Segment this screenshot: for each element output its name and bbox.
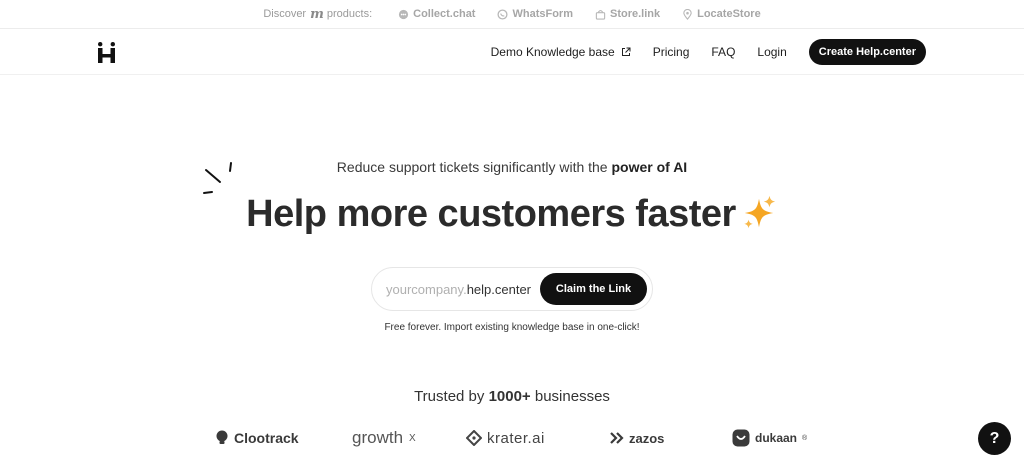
product-label: WhatsForm — [512, 8, 573, 20]
whatsapp-icon — [497, 8, 509, 20]
logo-superscript: ® — [802, 434, 808, 442]
nav-pricing[interactable]: Pricing — [653, 45, 690, 59]
nav-demo-knowledge-base[interactable]: Demo Knowledge base — [491, 45, 631, 59]
create-help-center-button[interactable]: Create Help.center — [808, 38, 926, 65]
chat-bubble-icon — [399, 9, 409, 19]
shop-bag-icon — [595, 9, 606, 20]
claim-link-button[interactable]: Claim the Link — [540, 273, 647, 305]
customer-logos: Clootrack growth X krater.ai zazos dukaan… — [0, 426, 1024, 450]
h-letter-logo[interactable] — [97, 42, 117, 64]
discover-label: Discover m products: — [263, 7, 372, 22]
growthx-logo: growth X — [352, 426, 416, 450]
diamond-dots-icon — [466, 430, 482, 446]
nav-link-label: FAQ — [711, 44, 736, 59]
discover-suffix: products: — [326, 8, 373, 20]
claim-domain-form: yourcompany.help.center Claim the Link — [371, 267, 653, 311]
logo-superscript: X — [409, 432, 416, 444]
tagline-bold: power of AI — [611, 159, 688, 175]
nav-login[interactable]: Login — [757, 45, 786, 59]
logo-text: zazos — [629, 430, 665, 446]
trusted-count: 1000+ — [488, 388, 531, 405]
nav-link-label: Demo Knowledge base — [490, 44, 615, 59]
trusted-by-heading: Trusted by 1000+ businesses — [0, 388, 1024, 405]
m-brand-logo: m — [310, 6, 324, 22]
sparkle-stars-icon — [744, 195, 775, 229]
domain-prefix: yourcompany. — [386, 281, 467, 297]
tagline-text: Reduce support tickets significantly wit… — [336, 159, 608, 175]
logo-text: growth — [352, 428, 404, 447]
product-link-whatsform[interactable]: WhatsForm — [497, 8, 573, 20]
double-chevron-icon — [610, 432, 624, 444]
krater-ai-logo: krater.ai — [466, 426, 545, 450]
trusted-suffix: businesses — [534, 388, 610, 405]
free-forever-note: Free forever. Import existing knowledge … — [384, 322, 640, 333]
domain-input[interactable]: yourcompany.help.center — [386, 282, 540, 297]
zazos-logo: zazos — [610, 426, 664, 450]
hero-tagline: Reduce support tickets significantly wit… — [0, 159, 1024, 175]
main-navigation: Demo Knowledge base Pricing FAQ Login Cr… — [0, 29, 1024, 75]
product-label: Store.link — [609, 8, 661, 20]
nav-faq[interactable]: FAQ — [711, 45, 735, 59]
logo-text: dukaan — [755, 431, 798, 445]
domain-suffix: help.center — [466, 281, 532, 297]
hero-headline: Help more customers faster — [0, 193, 1024, 236]
trusted-prefix: Trusted by — [414, 388, 485, 405]
help-chat-button[interactable]: ? — [978, 422, 1011, 455]
product-discovery-bar: Discover m products: Collect.chat WhatsF… — [0, 0, 1024, 29]
nav-link-label: Pricing — [652, 44, 690, 59]
lightbulb-icon — [216, 430, 228, 444]
discover-prefix: Discover — [263, 8, 307, 20]
product-link-collect-chat[interactable]: Collect.chat — [398, 8, 475, 20]
clootrack-logo: Clootrack — [215, 426, 299, 450]
logo-text: krater.ai — [487, 429, 545, 447]
location-pin-icon — [683, 8, 692, 20]
headline-text: Help more customers faster — [246, 193, 736, 235]
logo-text: Clootrack — [234, 430, 299, 446]
dukaan-logo: dukaan ® — [732, 426, 807, 450]
product-label: Collect.chat — [413, 8, 476, 20]
nav-link-label: Login — [757, 44, 787, 59]
external-link-icon — [621, 47, 631, 56]
shopping-bag-icon — [732, 429, 750, 447]
product-link-locatestore[interactable]: LocateStore — [682, 8, 761, 20]
product-label: LocateStore — [697, 8, 761, 20]
nav-links: Demo Knowledge base Pricing FAQ Login Cr… — [491, 38, 926, 65]
product-link-store-link[interactable]: Store.link — [595, 8, 660, 20]
